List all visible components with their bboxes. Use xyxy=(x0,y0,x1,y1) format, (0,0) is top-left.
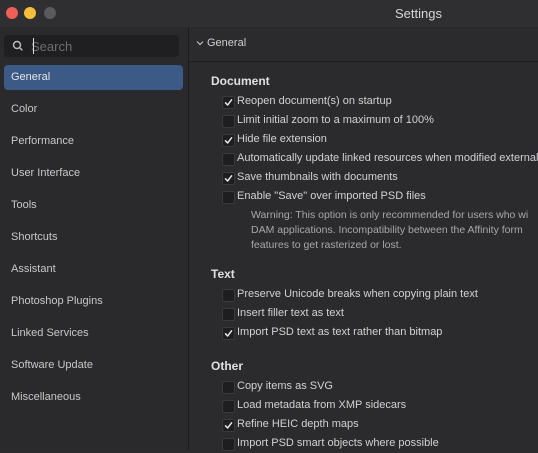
checkmark-icon xyxy=(224,330,233,337)
option-label: Enable "Save" over imported PSD files xyxy=(237,190,426,202)
checkbox[interactable] xyxy=(222,191,235,204)
checkbox[interactable] xyxy=(222,381,235,394)
option-label: Automatically update linked resources wh… xyxy=(237,152,538,164)
sidebar-item-assistant[interactable]: Assistant xyxy=(4,257,183,282)
option-label: Refine HEIC depth maps xyxy=(237,418,359,430)
sidebar-item-linked-services[interactable]: Linked Services xyxy=(4,321,183,346)
chevron-down-icon xyxy=(196,41,204,46)
sidebar-item-miscellaneous[interactable]: Miscellaneous xyxy=(4,385,183,410)
sidebar-item-software-update[interactable]: Software Update xyxy=(4,353,183,378)
option-label: Import PSD text as text rather than bitm… xyxy=(237,326,443,338)
sidebar-item-photoshop-plugins[interactable]: Photoshop Plugins xyxy=(4,289,183,314)
checkbox[interactable] xyxy=(222,153,235,166)
group-title-other: Other xyxy=(211,359,244,373)
sidebar-item-shortcuts[interactable]: Shortcuts xyxy=(4,225,183,250)
checkmark-icon xyxy=(224,99,233,106)
checkbox[interactable] xyxy=(222,308,235,321)
checkmark-icon xyxy=(224,137,233,144)
group-title-document: Document xyxy=(211,74,270,88)
option-label: Insert filler text as text xyxy=(237,307,344,319)
option-label: Import PSD smart objects where possible xyxy=(237,437,439,449)
sidebar-item-tools[interactable]: Tools xyxy=(4,193,183,218)
option-label: Limit initial zoom to a maximum of 100% xyxy=(237,114,434,126)
option-label: Copy items as SVG xyxy=(237,380,333,392)
sidebar-item-user-interface[interactable]: User Interface xyxy=(4,161,183,186)
zoom-window-button[interactable] xyxy=(44,7,56,19)
sidebar-item-color[interactable]: Color xyxy=(4,97,183,122)
close-window-button[interactable] xyxy=(6,7,18,19)
settings-content: General Document Reopen document(s) on s… xyxy=(189,27,538,451)
search-icon xyxy=(12,40,23,51)
option-label: Save thumbnails with documents xyxy=(237,171,398,183)
checkmark-icon xyxy=(224,422,233,429)
section-title: General xyxy=(207,37,247,49)
minimize-window-button[interactable] xyxy=(24,7,36,19)
text-caret xyxy=(33,38,34,54)
psd-warning-text: Warning: This option is only recommended… xyxy=(251,208,538,253)
option-label: Hide file extension xyxy=(237,133,327,145)
title-bar: Settings xyxy=(0,0,538,27)
option-label: Reopen document(s) on startup xyxy=(237,95,392,107)
checkbox[interactable] xyxy=(222,289,235,302)
warning-line: features to get rasterized or lost. xyxy=(251,239,402,251)
checkbox[interactable] xyxy=(222,419,235,432)
checkbox[interactable] xyxy=(222,438,235,451)
checkbox[interactable] xyxy=(222,327,235,340)
sidebar-item-general[interactable]: General xyxy=(4,65,183,90)
checkbox[interactable] xyxy=(222,134,235,147)
search-box[interactable] xyxy=(4,35,179,57)
settings-sidebar: General Color Performance User Interface… xyxy=(0,27,189,450)
checkbox[interactable] xyxy=(222,400,235,413)
checkbox[interactable] xyxy=(222,115,235,128)
checkmark-icon xyxy=(224,175,233,182)
option-label: Load metadata from XMP sidecars xyxy=(237,399,407,411)
window-title: Settings xyxy=(395,6,442,21)
option-label: Preserve Unicode breaks when copying pla… xyxy=(237,288,478,300)
sidebar-item-performance[interactable]: Performance xyxy=(4,129,183,154)
warning-line: Warning: This option is only recommended… xyxy=(251,209,529,221)
warning-line: DAM applications. Incompatibility betwee… xyxy=(251,224,523,236)
group-title-text: Text xyxy=(211,267,235,281)
checkbox[interactable] xyxy=(222,172,235,185)
search-input[interactable] xyxy=(31,37,171,55)
section-header-general[interactable]: General xyxy=(189,27,538,62)
checkbox[interactable] xyxy=(222,96,235,109)
